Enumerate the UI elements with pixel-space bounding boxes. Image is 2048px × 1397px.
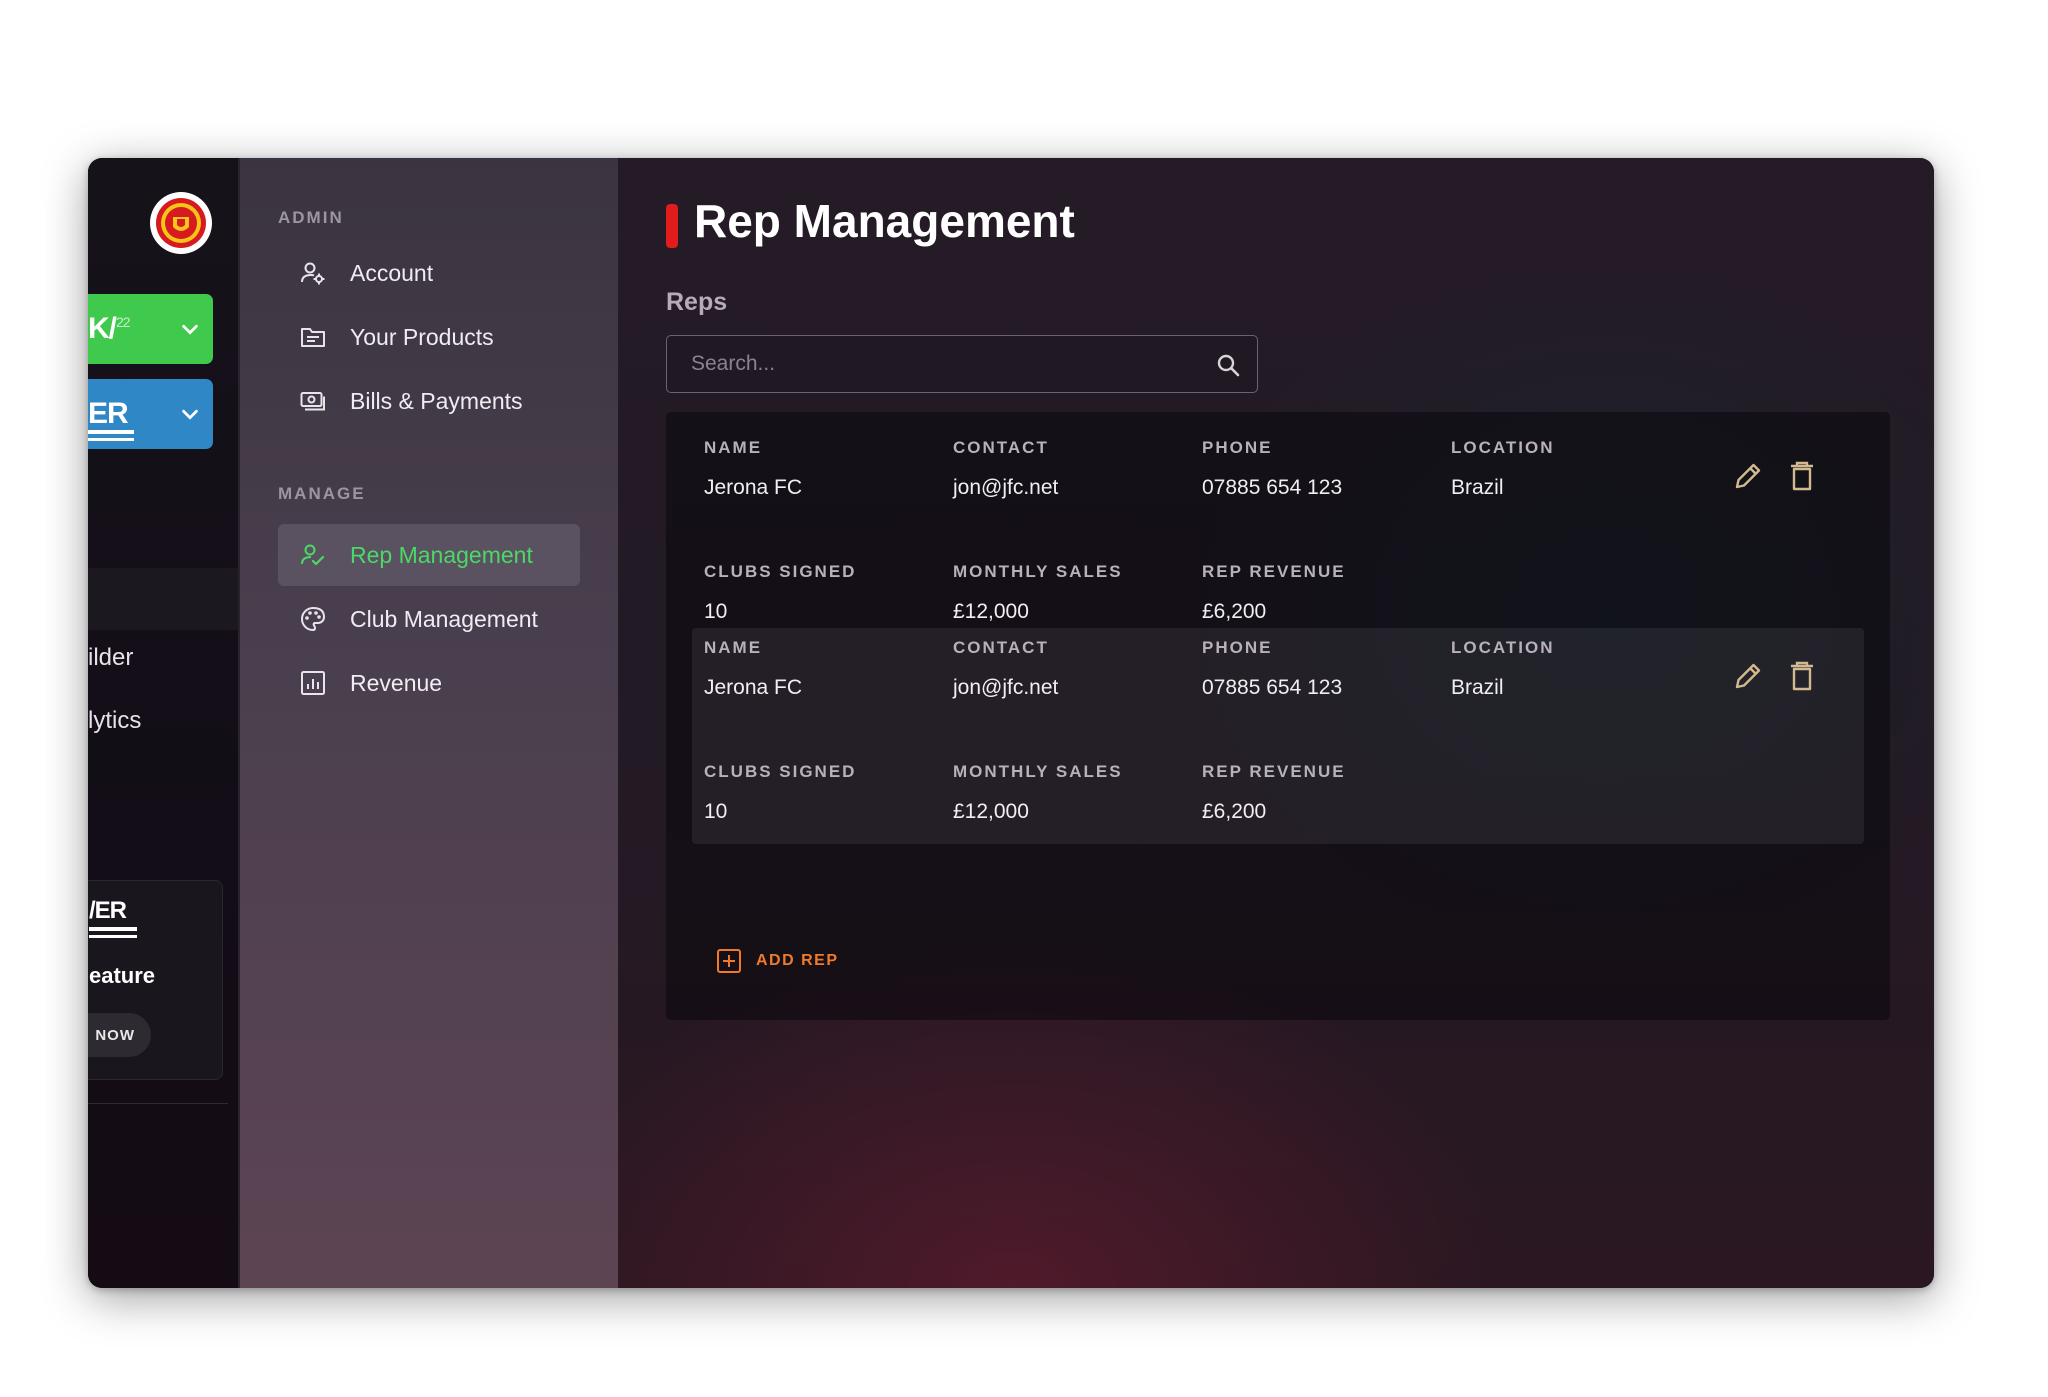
rail-highlight-band [88, 568, 238, 630]
nav-item-label: Rep Management [350, 541, 533, 568]
phone-label: PHONE [1202, 638, 1273, 657]
location-label: LOCATION [1451, 438, 1555, 457]
rail-divider [88, 1103, 228, 1104]
add-rep-label: ADD REP [756, 952, 839, 969]
clubs-signed-value: 10 [704, 800, 728, 823]
season-select-label: K/22 [88, 312, 131, 345]
search-input[interactable] [667, 336, 1257, 392]
rep-revenue-label: REP REVENUE [1202, 562, 1346, 581]
contact-label: CONTACT [953, 438, 1049, 457]
promo-logo: /ER [89, 897, 127, 924]
nav-item-label: Account [350, 259, 434, 286]
rail-item-analytics[interactable]: lytics [88, 707, 141, 735]
kit-select-label: ER [88, 397, 129, 430]
nav-item-label: Bills & Payments [350, 387, 523, 414]
rep-revenue-value: £6,200 [1202, 800, 1267, 823]
rep-phone: 07885 654 123 [1202, 476, 1343, 499]
promo-title: eature [89, 963, 156, 988]
club-crest-logo[interactable] [150, 192, 212, 254]
monthly-sales-label: MONTHLY SALES [953, 562, 1123, 581]
palette-icon [301, 606, 326, 632]
rep-revenue-value: £6,200 [1202, 600, 1267, 623]
promo-card: /ER eature NOW [88, 880, 223, 1080]
name-label: NAME [704, 638, 763, 657]
season-select[interactable]: K/22 [88, 294, 213, 364]
user-gear-icon [301, 262, 325, 285]
add-rep-button[interactable]: ADD REP [716, 948, 839, 974]
rep-phone: 07885 654 123 [1202, 676, 1343, 699]
section-label-reps: Reps [666, 288, 728, 316]
left-rail: K/22 ER ilder lytics /ER eature NOW [88, 158, 240, 1288]
promo-logo-underline [89, 935, 137, 938]
rep-revenue-label: REP REVENUE [1202, 762, 1346, 781]
nav-item-your-products[interactable]: Your Products [278, 306, 580, 368]
page-title: Rep Management [694, 195, 1075, 247]
reps-card: NAME Jerona FC CLUBS SIGNED 10 CONTACT j… [666, 412, 1890, 1020]
crest-icon [156, 198, 206, 248]
nav-item-label: Revenue [350, 669, 443, 696]
kit-select-underline [88, 438, 134, 441]
rep-contact: jon@jfc.net [953, 676, 1059, 699]
clubs-signed-value: 10 [704, 600, 728, 623]
nav-section-manage: MANAGE [278, 484, 366, 503]
rep-location: Brazil [1451, 476, 1504, 499]
nav-sidebar: ADMIN Account Your Products Bills & Paym… [240, 158, 618, 1288]
chevron-down-icon [182, 409, 198, 420]
main-content: Rep Management Reps NAME Jerona FC CLUBS… [618, 158, 1934, 1288]
trash-icon[interactable] [1784, 458, 1820, 494]
rep-location: Brazil [1451, 676, 1504, 699]
promo-logo-underline [89, 927, 137, 931]
phone-label: PHONE [1202, 438, 1273, 457]
nav-item-account[interactable]: Account [278, 242, 580, 304]
kit-select-underline [88, 430, 134, 434]
edit-icon[interactable] [1730, 458, 1766, 494]
nav-item-club-management[interactable]: Club Management [278, 588, 580, 650]
location-label: LOCATION [1451, 638, 1555, 657]
rep-contact: jon@jfc.net [953, 476, 1059, 499]
nav-item-revenue[interactable]: Revenue [278, 652, 580, 714]
chevron-down-icon [182, 324, 198, 335]
person-check-icon [301, 544, 325, 566]
folder-icon [301, 328, 325, 347]
rep-entry: NAME Jerona FC CLUBS SIGNED 10 CONTACT j… [692, 428, 1864, 644]
bar-chart-icon [301, 671, 325, 695]
name-label: NAME [704, 438, 763, 457]
rep-name: Jerona FC [704, 676, 803, 699]
cash-icon [300, 392, 325, 411]
rep-name: Jerona FC [704, 476, 803, 499]
monthly-sales-value: £12,000 [953, 600, 1029, 623]
search-icon[interactable] [1215, 352, 1241, 378]
app-window: K/22 ER ilder lytics /ER eature NOW ADMI… [88, 158, 1934, 1288]
nav-item-rep-management[interactable]: Rep Management [278, 524, 580, 586]
title-marker [666, 204, 678, 248]
edit-icon[interactable] [1730, 658, 1766, 694]
monthly-sales-value: £12,000 [953, 800, 1029, 823]
clubs-signed-label: CLUBS SIGNED [704, 762, 857, 781]
nav-section-admin: ADMIN [278, 208, 344, 227]
promo-button[interactable]: NOW [88, 1013, 151, 1057]
monthly-sales-label: MONTHLY SALES [953, 762, 1123, 781]
plus-square-icon [717, 949, 741, 973]
search-box [666, 335, 1258, 393]
nav-item-bills-payments[interactable]: Bills & Payments [278, 370, 580, 432]
rail-item-builder[interactable]: ilder [88, 644, 133, 672]
nav-item-label: Your Products [350, 323, 494, 350]
rep-entry: NAME Jerona FC CLUBS SIGNED 10 CONTACT j… [692, 628, 1864, 844]
contact-label: CONTACT [953, 638, 1049, 657]
nav-item-label: Club Management [350, 605, 538, 632]
trash-icon[interactable] [1784, 658, 1820, 694]
clubs-signed-label: CLUBS SIGNED [704, 562, 857, 581]
